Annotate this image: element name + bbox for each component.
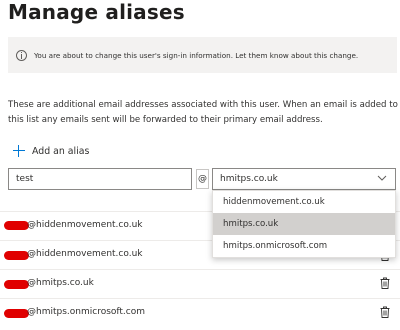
- page-title: Manage aliases: [8, 0, 185, 24]
- trash-icon[interactable]: [380, 277, 390, 289]
- domain-select[interactable]: hmitps.co.uk: [212, 168, 396, 190]
- alias-email: @hmitps.co.uk: [27, 278, 94, 288]
- info-bar: You are about to change this user's sign…: [8, 37, 397, 73]
- alias-email: @hmitps.onmicrosoft.com: [27, 307, 146, 317]
- chevron-down-icon: [377, 175, 387, 181]
- domain-dropdown-menu: hiddenmovement.co.uk hmitps.co.uk hmitps…: [212, 190, 396, 258]
- info-message: You are about to change this user's sign…: [34, 50, 359, 60]
- alias-row: @hmitps.onmicrosoft.com: [0, 298, 400, 327]
- at-symbol: @: [196, 169, 209, 189]
- alias-email: @hiddenmovement.co.uk: [27, 249, 143, 259]
- redaction-mark: [4, 251, 29, 260]
- description-text: These are additional email addresses ass…: [8, 100, 398, 125]
- alias-input[interactable]: [8, 168, 192, 190]
- redaction-mark: [4, 280, 29, 289]
- add-alias-button[interactable]: Add an alias: [13, 145, 89, 157]
- info-icon: [16, 49, 27, 61]
- domain-option[interactable]: hmitps.co.uk: [213, 213, 395, 235]
- add-alias-label: Add an alias: [32, 145, 90, 157]
- redaction-mark: [4, 309, 29, 318]
- alias-row: @hmitps.co.uk: [0, 269, 400, 298]
- redaction-mark: [4, 221, 29, 230]
- alias-email: @hiddenmovement.co.uk: [27, 220, 143, 230]
- domain-option[interactable]: hiddenmovement.co.uk: [213, 191, 395, 213]
- domain-option[interactable]: hmitps.onmicrosoft.com: [213, 235, 395, 257]
- trash-icon[interactable]: [380, 306, 390, 318]
- plus-icon: [13, 145, 25, 157]
- domain-select-value: hmitps.co.uk: [220, 174, 278, 184]
